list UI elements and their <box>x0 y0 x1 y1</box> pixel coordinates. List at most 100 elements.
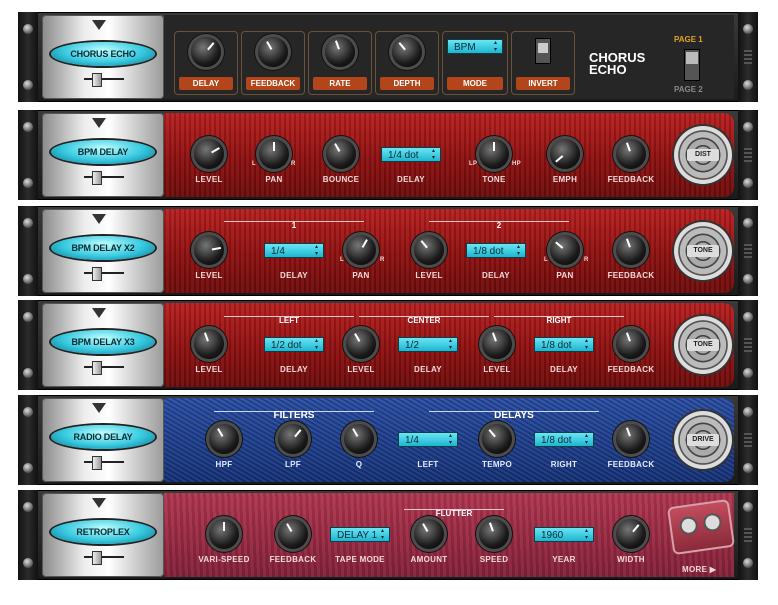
model-name-button[interactable]: CHORUS ECHO <box>51 42 155 66</box>
level2-knob[interactable] <box>414 235 444 265</box>
right-select[interactable]: 1/8 dot <box>534 432 594 447</box>
feedback-label: FEEDBACK <box>607 271 655 280</box>
pan2-label: PAN <box>556 271 574 280</box>
feedback-knob[interactable] <box>616 235 646 265</box>
bypass-slider[interactable] <box>84 551 124 565</box>
dropdown-arrow-icon[interactable] <box>92 308 106 318</box>
mode-select[interactable]: BPM <box>447 39 503 54</box>
slider-handle[interactable] <box>92 551 102 565</box>
dropdown-arrow-icon[interactable] <box>92 214 106 224</box>
lpf-knob[interactable] <box>278 424 308 454</box>
level-center-knob[interactable] <box>346 329 376 359</box>
group-right-label: RIGHT <box>546 316 572 325</box>
bypass-slider[interactable] <box>84 171 124 185</box>
dist-button[interactable]: DIST <box>674 126 732 184</box>
tape-machine-icon[interactable] <box>666 498 736 556</box>
speed-knob[interactable] <box>479 519 509 549</box>
drive-button[interactable]: DRIVE <box>674 411 732 469</box>
dropdown-arrow-icon[interactable] <box>92 118 106 128</box>
grip-icon[interactable] <box>744 528 752 542</box>
depth-control: DEPTH <box>375 31 439 95</box>
delay-right-select[interactable]: 1/8 dot <box>534 337 594 352</box>
model-plate: BPM DELAY <box>42 113 164 197</box>
dropdown-arrow-icon[interactable] <box>92 20 106 30</box>
bypass-slider[interactable] <box>84 73 124 87</box>
page-switch[interactable] <box>684 49 700 81</box>
slider-handle[interactable] <box>92 73 102 87</box>
radio-delay-panel: FILTERS DELAYS HPF LPF Q 1/4 LEFT TEMPO … <box>164 398 734 482</box>
tone-button[interactable]: TONE <box>674 222 732 280</box>
pan1-knob[interactable] <box>346 235 376 265</box>
slider-handle[interactable] <box>92 361 102 375</box>
page-switch-handle <box>686 52 698 64</box>
delay-knob[interactable] <box>191 37 221 67</box>
rack-ear-left <box>18 12 38 102</box>
grip-icon[interactable] <box>744 433 752 447</box>
bypass-slider[interactable] <box>84 361 124 375</box>
dropdown-arrow-icon[interactable] <box>92 498 106 508</box>
mode-control: BPM MODE <box>442 31 508 95</box>
rack-chorus-echo: CHORUS ECHO DELAY FEEDBACK RATE DEPTH BP… <box>18 12 758 102</box>
model-name-button[interactable]: BPM DELAY X3 <box>51 330 155 354</box>
hpf-knob[interactable] <box>209 424 239 454</box>
level-right-knob[interactable] <box>482 329 512 359</box>
tone-knob[interactable] <box>479 139 509 169</box>
level1-knob[interactable] <box>194 235 224 265</box>
grip-icon[interactable] <box>744 244 752 258</box>
screw-icon <box>23 368 33 378</box>
width-knob[interactable] <box>616 519 646 549</box>
group-1-label: 1 <box>291 221 297 230</box>
vari-speed-knob[interactable] <box>209 519 239 549</box>
year-select[interactable]: 1960 <box>534 527 594 542</box>
delay-center-select[interactable]: 1/2 <box>398 337 458 352</box>
model-name-button[interactable]: RADIO DELAY <box>51 425 155 449</box>
model-name-button[interactable]: BPM DELAY X2 <box>51 236 155 260</box>
level-left-knob[interactable] <box>194 329 224 359</box>
delay-left-select[interactable]: 1/2 dot <box>264 337 324 352</box>
pan-knob[interactable] <box>259 139 289 169</box>
rack-ear-left <box>18 300 38 390</box>
tone-button[interactable]: TONE <box>674 316 732 374</box>
dropdown-arrow-icon[interactable] <box>92 403 106 413</box>
tape-mode-select[interactable]: DELAY 1 <box>330 527 390 542</box>
feedback-knob[interactable] <box>258 37 288 67</box>
screw-icon <box>743 24 753 34</box>
depth-knob[interactable] <box>392 37 422 67</box>
invert-switch[interactable] <box>535 38 551 64</box>
emph-label: EMPH <box>552 175 578 184</box>
bounce-knob[interactable] <box>326 139 356 169</box>
reel-left-icon <box>678 515 699 536</box>
level-knob[interactable] <box>194 139 224 169</box>
delay-select[interactable]: 1/4 dot <box>381 147 441 162</box>
tempo-knob[interactable] <box>482 424 512 454</box>
rack-bpm-delay-x3: BPM DELAY X3 LEFT CENTER RIGHT LEVEL 1/2… <box>18 300 758 390</box>
slider-handle[interactable] <box>92 267 102 281</box>
delay1-select[interactable]: 1/4 <box>264 243 324 258</box>
q-knob[interactable] <box>344 424 374 454</box>
rack-ear-left <box>18 206 38 296</box>
delay2-select[interactable]: 1/8 dot <box>466 243 526 258</box>
slider-handle[interactable] <box>92 456 102 470</box>
feedback-knob[interactable] <box>616 139 646 169</box>
feedback-knob[interactable] <box>616 329 646 359</box>
left-select[interactable]: 1/4 <box>398 432 458 447</box>
bypass-slider[interactable] <box>84 456 124 470</box>
feedback-knob[interactable] <box>278 519 308 549</box>
model-name-button[interactable]: BPM DELAY <box>51 140 155 164</box>
more-link[interactable]: MORE ▶ <box>682 565 716 574</box>
model-name-button[interactable]: RETROPLEX <box>51 520 155 544</box>
bypass-slider[interactable] <box>84 267 124 281</box>
amount-knob[interactable] <box>414 519 444 549</box>
grip-icon[interactable] <box>744 148 752 162</box>
slider-handle[interactable] <box>92 171 102 185</box>
feedback-knob[interactable] <box>616 424 646 454</box>
invert-label: INVERT <box>516 77 570 90</box>
feedback-control: FEEDBACK <box>241 31 305 95</box>
grip-icon[interactable] <box>744 338 752 352</box>
grip-icon[interactable] <box>744 50 752 64</box>
rate-knob[interactable] <box>325 37 355 67</box>
emph-knob[interactable] <box>550 139 580 169</box>
lpf-label: LPF <box>284 460 301 469</box>
tone-button-label: TONE <box>687 339 719 351</box>
pan2-knob[interactable] <box>550 235 580 265</box>
